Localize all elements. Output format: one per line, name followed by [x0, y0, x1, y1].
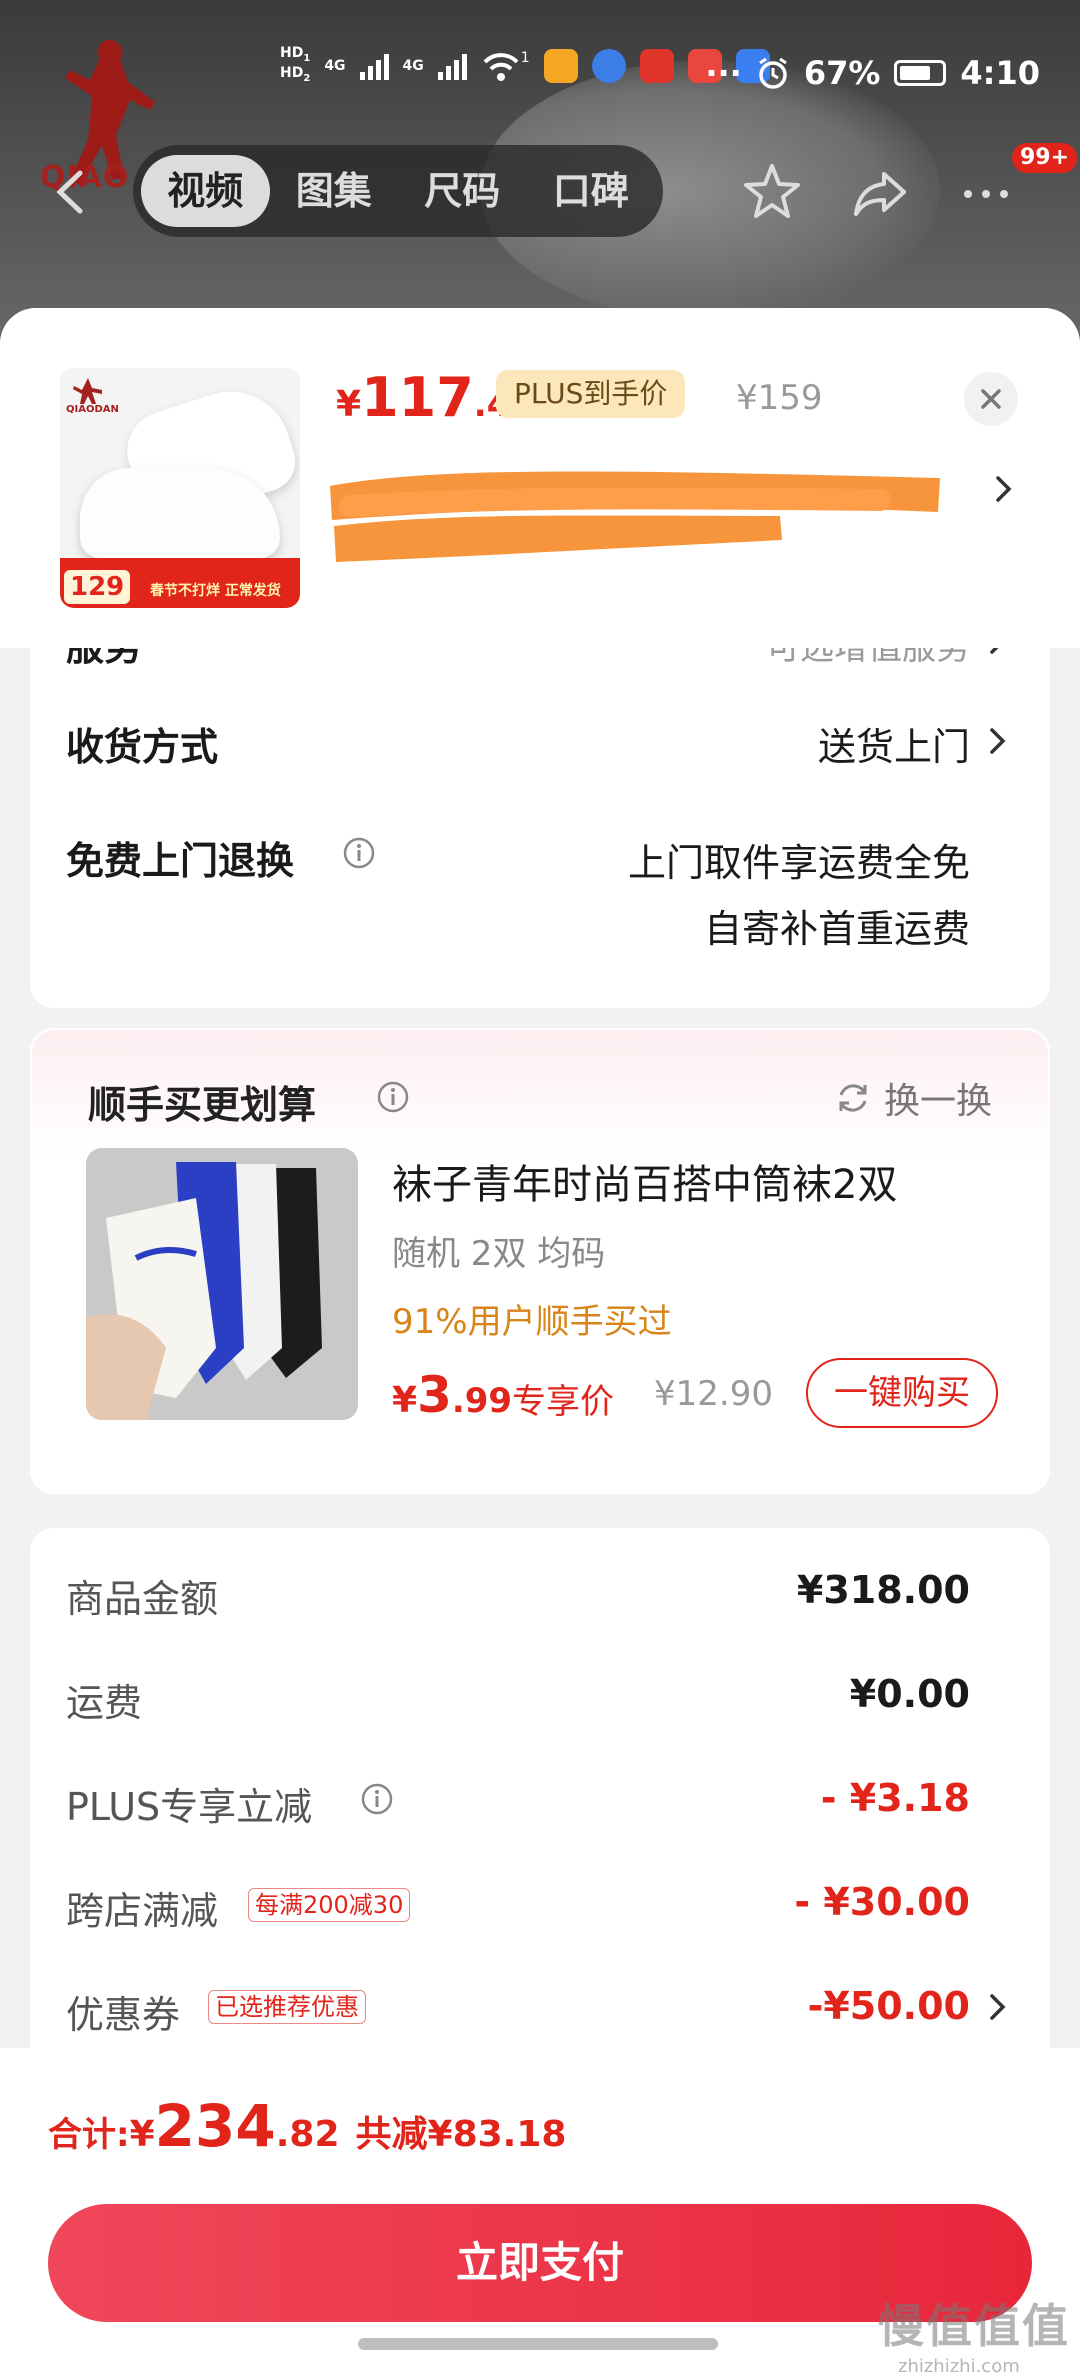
- signal-icon-1: [359, 52, 389, 80]
- sum-label-plus-discount: PLUS专享立减: [66, 1785, 313, 1829]
- addon-exclusive-label: 专享价: [512, 1382, 614, 1422]
- sum-value-shipping: ¥0.00: [849, 1672, 970, 1716]
- free-return-label: 免费上门退换: [66, 839, 295, 883]
- thumb-brand-logo: [73, 378, 102, 404]
- tab-gallery[interactable]: 图集: [270, 155, 399, 227]
- tab-size[interactable]: 尺码: [398, 155, 527, 227]
- product-top-nav: 视频 图集 尺码 口碑 99+: [0, 143, 1080, 237]
- title-chevron-right-icon[interactable]: [992, 474, 1016, 504]
- thumb-brand-text: QIAODAN: [66, 404, 119, 415]
- hd-indicator: HD1 HD2: [280, 45, 311, 84]
- addon-popularity: 91%用户顺手买过: [392, 1302, 672, 1342]
- info-icon[interactable]: [342, 836, 376, 870]
- sum-value-plus-discount: - ¥3.18: [820, 1776, 970, 1820]
- sheet-product-header: QIAODAN 129 春节不打烊 正常发货 ¥ 117 .41 PLUS到手价…: [0, 308, 1080, 648]
- plus-price-tag: PLUS到手价: [496, 370, 686, 418]
- coupon-tag: 已选推荐优惠: [208, 1990, 366, 2024]
- total-label: 合计:: [48, 2115, 130, 2155]
- socks-illustration: [86, 1148, 358, 1420]
- sum-value-cross-store: - ¥30.00: [794, 1880, 970, 1924]
- app-icon-browser: [591, 48, 626, 83]
- share-icon[interactable]: [848, 160, 912, 224]
- wifi-badge: 1: [520, 49, 530, 66]
- addon-info-icon[interactable]: [376, 1080, 410, 1114]
- network-type-2: 4G: [402, 57, 424, 74]
- delivery-chevron-icon[interactable]: [986, 726, 1010, 756]
- original-price: ¥159: [736, 378, 823, 418]
- site-watermark: 慢值值值 zhizhizhi.com: [878, 2290, 1070, 2376]
- wifi-icon: [483, 52, 519, 81]
- free-return-value-2: 自寄补首重运费: [703, 907, 970, 951]
- addon-recommend-card: 顺手买更划算 换一换 袜子青年时尚百搭中筒袜2双 随机 2双 均码 91%用户顺…: [30, 1028, 1050, 1494]
- checkout-sheet: QIAODAN 129 春节不打烊 正常发货 ¥ 117 .41 PLUS到手价…: [0, 308, 1080, 2376]
- refresh-icon: [839, 1084, 867, 1112]
- one-click-buy-button[interactable]: 一键购买: [806, 1358, 998, 1428]
- order-total: 合计: ¥ 234 .82 共减¥83.18: [48, 2092, 566, 2160]
- sum-label-goods: 商品金额: [66, 1577, 219, 1621]
- media-tab-bar: 视频 图集 尺码 口碑: [133, 145, 663, 237]
- app-icon-xiaohongshu: [639, 48, 674, 83]
- status-bar: HD1 HD2 4G 4G 1 ··· 67% 4:10: [0, 40, 1080, 110]
- tab-video[interactable]: 视频: [141, 155, 270, 227]
- total-integer: 234: [154, 2092, 276, 2160]
- addon-title: 顺手买更划算: [88, 1083, 317, 1127]
- total-saved: 共减¥83.18: [355, 2114, 567, 2155]
- signal-icon-2: [437, 52, 467, 80]
- addon-price: ¥ 3 .99: [392, 1366, 513, 1424]
- total-decimal: .82: [275, 2114, 340, 2155]
- product-thumbnail[interactable]: QIAODAN 129 春节不打烊 正常发货: [60, 368, 300, 608]
- app-icon-taobao: [543, 48, 578, 83]
- watermark-text: 慢值值值: [878, 2299, 1070, 2353]
- more-icon[interactable]: [954, 160, 1018, 224]
- addon-item-spec: 随机 2双 均码: [392, 1234, 606, 1274]
- tab-reviews[interactable]: 口碑: [527, 155, 656, 227]
- total-currency: ¥: [129, 2114, 155, 2155]
- sum-label-coupon: 优惠券: [66, 1993, 181, 2037]
- sum-label-shipping: 运费: [66, 1681, 143, 1725]
- refresh-button[interactable]: 换一换: [834, 1072, 992, 1124]
- more-notifications-icon: ···: [705, 54, 742, 92]
- delivery-method-label: 收货方式: [66, 725, 219, 769]
- refresh-label: 换一换: [884, 1081, 993, 1122]
- sum-value-goods: ¥318.00: [796, 1568, 970, 1612]
- network-type-1: 4G: [324, 57, 346, 74]
- back-icon[interactable]: [50, 167, 90, 217]
- battery-icon: [894, 60, 947, 86]
- free-return-value-1: 上门取件享运费全免: [627, 841, 970, 885]
- sock-product-image[interactable]: [86, 1148, 358, 1420]
- addon-original-price: ¥12.90: [654, 1374, 773, 1414]
- addon-item-name[interactable]: 袜子青年时尚百搭中筒袜2双: [392, 1152, 897, 1210]
- battery-percent: 67%: [803, 54, 881, 92]
- clock: 4:10: [960, 54, 1040, 92]
- watermark-url: zhizhizhi.com: [898, 2356, 1020, 2376]
- delivery-method-value[interactable]: 送货上门: [818, 716, 970, 771]
- coupon-chevron-icon[interactable]: [986, 1992, 1010, 2022]
- alarm-icon: [758, 57, 787, 89]
- sum-value-coupon[interactable]: -¥50.00: [808, 1984, 970, 2028]
- favorite-star-icon[interactable]: [740, 160, 804, 224]
- home-indicator[interactable]: [358, 2338, 718, 2350]
- plus-discount-info-icon[interactable]: [360, 1782, 394, 1816]
- sum-label-cross-store: 跨店满减: [66, 1889, 219, 1933]
- message-badge: 99+: [1012, 143, 1078, 173]
- cross-store-tag: 每满200减30: [248, 1888, 411, 1922]
- thumb-promo-tag: 春节不打烊 正常发货: [150, 583, 281, 599]
- thumb-price: 129: [64, 570, 131, 604]
- redacted-product-title[interactable]: [320, 456, 950, 576]
- close-icon[interactable]: [964, 372, 1018, 426]
- thumb-shoe-front: [80, 468, 280, 558]
- price-summary-card: 商品金额 ¥318.00 运费 ¥0.00 PLUS专享立减 - ¥3.18 跨…: [30, 1528, 1050, 2088]
